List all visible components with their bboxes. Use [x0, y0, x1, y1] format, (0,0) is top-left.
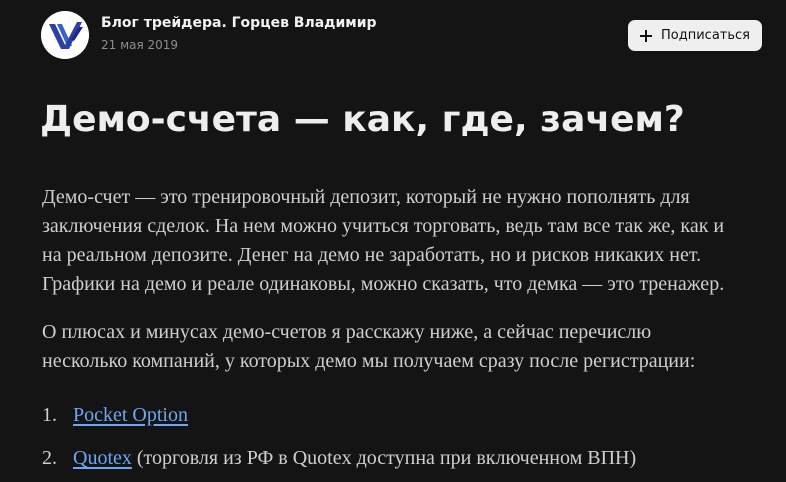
paragraph-line: О плюсах и минусах демо-счетов я расскаж… — [42, 321, 652, 343]
list-item-text: (торговля из РФ в Quotex доступна при вк… — [131, 447, 637, 469]
broker-list: 1. Pocket Option 2. Quotex (торговля из РФ… — [42, 401, 636, 473]
plus-icon — [640, 29, 652, 42]
article-title: Демо-счета — как, где, зачем? — [40, 99, 685, 140]
post-header: Блог трейдера. Горцев Владимир 21 мая 20… — [41, 11, 762, 59]
subscribe-button[interactable]: Подписаться — [628, 20, 762, 51]
subscribe-label: Подписаться — [661, 28, 750, 43]
paragraph-line: Графики на демо и реале одинаковы, можно… — [42, 273, 725, 295]
article-paragraph-1: Демо-счет — это тренировочный депозит, к… — [42, 183, 772, 299]
paragraph-line: Демо-счет — это тренировочный депозит, к… — [42, 186, 690, 208]
pocket-option-link[interactable]: Pocket Option — [73, 404, 188, 426]
logo-v-icon — [41, 11, 89, 59]
list-item: 1. Pocket Option — [42, 401, 636, 430]
paragraph-line: несколько компаний, у которых демо мы по… — [42, 350, 696, 372]
article-paragraph-2: О плюсах и минусах демо-счетов я расскаж… — [42, 318, 772, 376]
author-name[interactable]: Блог трейдера. Горцев Владимир — [101, 15, 377, 31]
list-item: 2. Quotex (торговля из РФ в Quotex доступ… — [42, 444, 636, 473]
paragraph-line: на реальном депозите. Денег на демо не з… — [42, 244, 702, 266]
list-number: 2. — [42, 447, 57, 469]
paragraph-line: заключения сделок. На нем можно учиться … — [42, 215, 725, 237]
quotex-link[interactable]: Quotex — [73, 447, 132, 469]
avatar[interactable] — [41, 11, 89, 59]
post-date: 21 мая 2019 — [101, 38, 179, 52]
list-number: 1. — [42, 404, 57, 426]
